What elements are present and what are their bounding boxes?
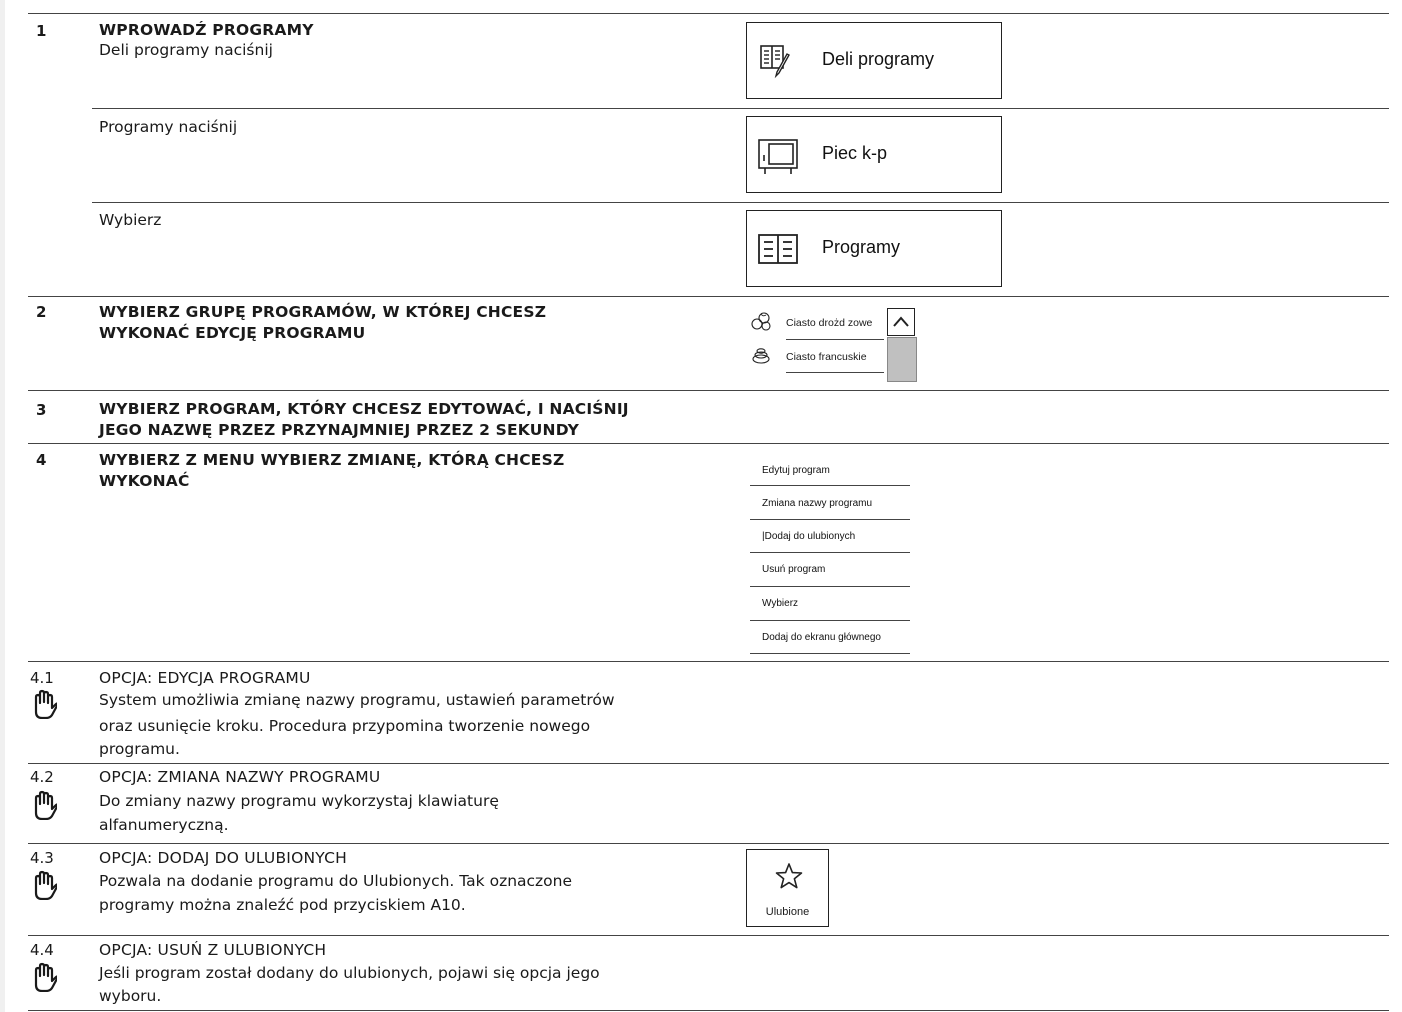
- option-title: OPCJA: USUŃ Z ULUBIONYCH: [99, 941, 327, 959]
- step-title: WYBIERZ Z MENU WYBIERZ ZMIANĘ, KTÓRĄ CHC…: [99, 451, 565, 469]
- option-number: 4.3: [30, 849, 54, 867]
- divider-43: [28, 843, 1389, 844]
- option-text: System umożliwia zmianę nazwy programu, …: [99, 691, 615, 709]
- hand-stop-icon: [34, 689, 57, 719]
- divider-44: [28, 935, 1389, 936]
- chevron-up-icon: [893, 316, 909, 327]
- scrollbar-thumb[interactable]: [887, 337, 917, 382]
- divider-3: [28, 390, 1389, 391]
- menu-separator: [750, 653, 910, 654]
- menu-item-add-favorite[interactable]: |Dodaj do ulubionych: [762, 531, 855, 542]
- option-number: 4.1: [30, 669, 54, 687]
- step-title: JEGO NAZWĘ PRZEZ PRZYNAJMNIEJ PRZEZ 2 SE…: [99, 421, 580, 439]
- group-item-label: Ciasto drożd zowe: [786, 317, 873, 329]
- page-margin-strip: [0, 0, 5, 1012]
- option-title: OPCJA: EDYCJA PROGRAMU: [99, 669, 311, 687]
- step-title: WYKONAĆ: [99, 472, 190, 490]
- hand-stop-icon: [34, 870, 57, 900]
- step-number: 1: [36, 22, 47, 40]
- option-text: programu.: [99, 740, 180, 758]
- divider-bottom: [28, 1010, 1389, 1011]
- step-title: WYKONAĆ EDYCJĘ PROGRAMU: [99, 324, 366, 342]
- program-group-list: Ciasto drożd zowe Ciasto francuskie: [746, 305, 918, 382]
- step-instruction: Wybierz: [99, 211, 162, 229]
- edit-options-menu: Edytuj program Zmiana nazwy programu |Do…: [750, 452, 918, 656]
- deli-programs-label: Deli programy: [822, 49, 935, 69]
- step-instruction: Deli programy naciśnij: [99, 41, 273, 59]
- step-instruction: Programy naciśnij: [99, 118, 238, 136]
- divider-4: [28, 443, 1389, 444]
- list-separator: [786, 339, 884, 340]
- option-text: alfanumeryczną.: [99, 816, 229, 834]
- program-list-icon: [758, 234, 798, 264]
- divider-42: [28, 763, 1389, 764]
- menu-item-edit[interactable]: Edytuj program: [762, 465, 830, 476]
- recipe-book-pencil-icon: [760, 45, 790, 79]
- option-number: 4.4: [30, 941, 54, 959]
- combi-oven-icon: [758, 139, 798, 174]
- option-text: oraz usunięcie kroku. Procedura przypomi…: [99, 717, 591, 735]
- menu-separator: [750, 620, 910, 621]
- programs-button[interactable]: Programy: [746, 210, 1002, 287]
- option-text: Do zmiany nazwy programu wykorzystaj kla…: [99, 792, 499, 810]
- oven-button[interactable]: Piec k-p: [746, 116, 1002, 193]
- group-item-pastry[interactable]: Ciasto francuskie: [746, 343, 886, 379]
- favorites-button[interactable]: Ulubione: [746, 849, 829, 927]
- step-number: 3: [36, 401, 47, 419]
- favorites-label: Ulubione: [765, 906, 810, 918]
- divider-41: [28, 661, 1389, 662]
- divider-top: [28, 13, 1389, 14]
- menu-separator: [750, 485, 910, 486]
- option-text: Jeśli program został dodany do ulubionyc…: [99, 964, 600, 982]
- step-title: WYBIERZ GRUPĘ PROGRAMÓW, W KTÓREJ CHCESZ: [99, 303, 547, 321]
- menu-item-rename[interactable]: Zmiana nazwy programu: [762, 498, 872, 509]
- option-text: wyboru.: [99, 987, 162, 1005]
- option-title: OPCJA: DODAJ DO ULUBIONYCH: [99, 849, 347, 867]
- programs-label: Programy: [822, 237, 901, 257]
- step-number: 4: [36, 451, 47, 469]
- group-item-label: Ciasto francuskie: [786, 351, 867, 363]
- puff-pastry-icon: [752, 348, 770, 364]
- star-icon: [775, 863, 803, 889]
- bread-dough-icon: [751, 312, 771, 331]
- menu-separator: [750, 552, 910, 553]
- option-title: OPCJA: ZMIANA NAZWY PROGRAMU: [99, 768, 381, 786]
- step-number: 2: [36, 303, 47, 321]
- hand-stop-icon: [34, 790, 57, 820]
- menu-item-delete[interactable]: Usuń program: [762, 564, 825, 575]
- list-separator: [786, 372, 884, 373]
- menu-item-add-home[interactable]: Dodaj do ekranu głównego: [762, 632, 881, 643]
- step-title: WPROWADŹ PROGRAMY: [99, 21, 314, 39]
- deli-programs-button[interactable]: Deli programy: [746, 22, 1002, 99]
- divider-1a: [92, 108, 1389, 109]
- divider-2: [28, 296, 1389, 297]
- group-item-dough[interactable]: Ciasto drożd zowe: [746, 305, 886, 341]
- option-text: programy można znaleźć pod przyciskiem A…: [99, 896, 466, 914]
- menu-item-select[interactable]: Wybierz: [762, 598, 798, 609]
- step-title: WYBIERZ PROGRAM, KTÓRY CHCESZ EDYTOWAĆ, …: [99, 400, 629, 418]
- oven-label: Piec k-p: [822, 143, 888, 163]
- option-number: 4.2: [30, 768, 54, 786]
- menu-separator: [750, 586, 910, 587]
- hand-stop-icon: [34, 962, 57, 992]
- menu-separator: [750, 519, 910, 520]
- divider-1b: [92, 202, 1389, 203]
- option-text: Pozwala na dodanie programu do Ulubionyc…: [99, 872, 573, 890]
- scroll-up-button[interactable]: [887, 308, 915, 336]
